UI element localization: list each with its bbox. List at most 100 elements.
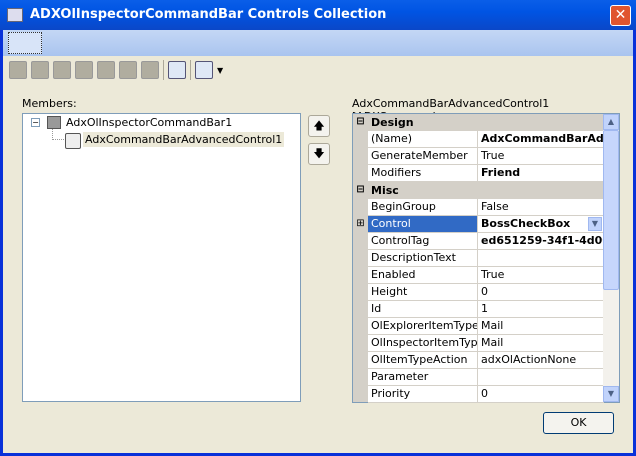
property-value[interactable]: AdxCommandBarAdv. — [478, 131, 604, 148]
property-row[interactable]: GenerateMember True — [353, 148, 604, 165]
expand-icon[interactable]: ⊞ — [353, 216, 368, 233]
property-value[interactable]: 0 — [478, 284, 604, 301]
property-value[interactable]: False — [478, 199, 604, 216]
scrollbar[interactable]: ▲ ▼ — [603, 114, 619, 402]
property-row[interactable]: (Name) AdxCommandBarAdv. — [353, 131, 604, 148]
category-label: Design — [371, 116, 414, 129]
property-value-text: 1 — [481, 302, 488, 315]
move-up-button[interactable]: 🡅 — [308, 115, 330, 137]
gutter — [353, 131, 368, 148]
add-button-icon[interactable] — [9, 61, 27, 79]
property-value[interactable]: Mail — [478, 335, 604, 352]
gutter — [353, 250, 368, 267]
property-name: Priority — [368, 386, 478, 403]
property-value-text: Mail — [481, 319, 504, 332]
property-value[interactable]: True — [478, 148, 604, 165]
property-row[interactable]: ⊞ Control BossCheckBox ▼ — [353, 216, 604, 233]
dropdown-arrow-icon[interactable]: ▼ — [588, 217, 602, 231]
title-bar: ADXOlInspectorCommandBar Controls Collec… — [0, 0, 636, 30]
property-row[interactable]: Height 0 — [353, 284, 604, 301]
gutter — [353, 148, 368, 165]
separator — [163, 60, 164, 80]
close-button[interactable]: ✕ — [610, 5, 631, 26]
property-name: OlInspectorItemTypes — [368, 335, 478, 352]
gutter — [353, 352, 368, 369]
property-row[interactable]: Modifiers Friend — [353, 165, 604, 182]
property-name: OlExplorerItemTypes — [368, 318, 478, 335]
delete-control-icon[interactable] — [168, 61, 186, 79]
chevron-down-icon[interactable]: ▼ — [217, 66, 223, 75]
add-popup-icon[interactable] — [97, 61, 115, 79]
property-value[interactable]: adxOlActionNone — [478, 352, 604, 369]
property-value-text: 0 — [481, 387, 488, 400]
property-name: Parameter — [368, 369, 478, 386]
property-row[interactable]: BeginGroup False — [353, 199, 604, 216]
move-icon[interactable] — [195, 61, 213, 79]
property-value[interactable]: 1 — [478, 301, 604, 318]
property-value-text: True — [481, 149, 505, 162]
scroll-down-icon[interactable]: ▼ — [603, 386, 619, 402]
tree-child-item[interactable]: AdxCommandBarAdvancedControl1 — [83, 132, 285, 147]
tree-root-item[interactable]: AdxOlInspectorCommandBar1 — [66, 116, 232, 129]
separator — [190, 60, 191, 80]
property-name: Height — [368, 284, 478, 301]
gutter — [353, 301, 368, 318]
property-name: ControlTag — [368, 233, 478, 250]
scroll-thumb[interactable] — [603, 130, 619, 290]
property-value[interactable]: BossCheckBox ▼ — [478, 216, 604, 233]
move-down-button[interactable]: 🡇 — [308, 143, 330, 165]
property-value[interactable]: True — [478, 267, 604, 284]
dialog-window: ADXOlInspectorCommandBar Controls Collec… — [0, 0, 636, 456]
property-name: GenerateMember — [368, 148, 478, 165]
property-category[interactable]: ⊟ Misc — [353, 182, 604, 199]
collapse-icon[interactable]: ⊟ — [353, 114, 368, 131]
toolstrip — [3, 30, 633, 56]
property-value[interactable] — [478, 369, 604, 386]
property-name: BeginGroup — [368, 199, 478, 216]
property-name: Control — [368, 216, 478, 233]
gutter — [353, 267, 368, 284]
gutter — [353, 284, 368, 301]
category-label: Misc — [371, 184, 399, 197]
property-name: OlItemTypeAction — [368, 352, 478, 369]
property-name: DescriptionText — [368, 250, 478, 267]
property-value-text: BossCheckBox — [481, 217, 571, 230]
tree-line — [52, 129, 64, 140]
property-name: (Name) — [368, 131, 478, 148]
property-row[interactable]: OlInspectorItemTypesMail — [353, 335, 604, 352]
toolstrip-grip[interactable] — [8, 32, 42, 54]
gutter — [353, 233, 368, 250]
add-combobox-icon[interactable] — [31, 61, 49, 79]
property-row[interactable]: DescriptionText — [353, 250, 604, 267]
collapse-icon[interactable]: ⊟ — [353, 182, 368, 199]
property-row[interactable]: Priority 0 — [353, 386, 604, 403]
add-edit-icon[interactable] — [75, 61, 93, 79]
property-value-text: True — [481, 268, 505, 281]
property-value-text: AdxCommandBarAdv. — [481, 132, 604, 145]
property-row[interactable]: Id 1 — [353, 301, 604, 318]
property-value[interactable]: Mail — [478, 318, 604, 335]
add-advanced-control-icon[interactable] — [141, 61, 159, 79]
property-value[interactable] — [478, 250, 604, 267]
property-value[interactable]: Friend — [478, 165, 604, 182]
property-value-text: Mail — [481, 336, 504, 349]
property-row[interactable]: OlItemTypeAction adxOlActionNone — [353, 352, 604, 369]
members-tree[interactable]: − AdxOlInspectorCommandBar1 AdxCommandBa… — [22, 113, 301, 402]
property-value-text: adxOlActionNone — [481, 353, 577, 366]
property-value[interactable]: 0 — [478, 386, 604, 403]
gutter — [353, 335, 368, 352]
advanced-control-icon — [65, 133, 81, 149]
commandbar-icon — [47, 116, 61, 129]
ok-button[interactable]: OK — [543, 412, 614, 434]
property-row[interactable]: ControlTag ed651259-34f1-4d00- — [353, 233, 604, 250]
add-label-icon[interactable] — [119, 61, 137, 79]
scroll-up-icon[interactable]: ▲ — [603, 114, 619, 130]
property-row[interactable]: Enabled True — [353, 267, 604, 284]
collapse-icon[interactable]: − — [31, 118, 40, 127]
property-row[interactable]: OlExplorerItemTypes Mail — [353, 318, 604, 335]
add-dropdown-icon[interactable] — [53, 61, 71, 79]
property-row[interactable]: Parameter — [353, 369, 604, 386]
members-label: Members: — [22, 97, 77, 110]
property-value[interactable]: ed651259-34f1-4d00- — [478, 233, 604, 250]
property-category[interactable]: ⊟ Design — [353, 114, 604, 131]
